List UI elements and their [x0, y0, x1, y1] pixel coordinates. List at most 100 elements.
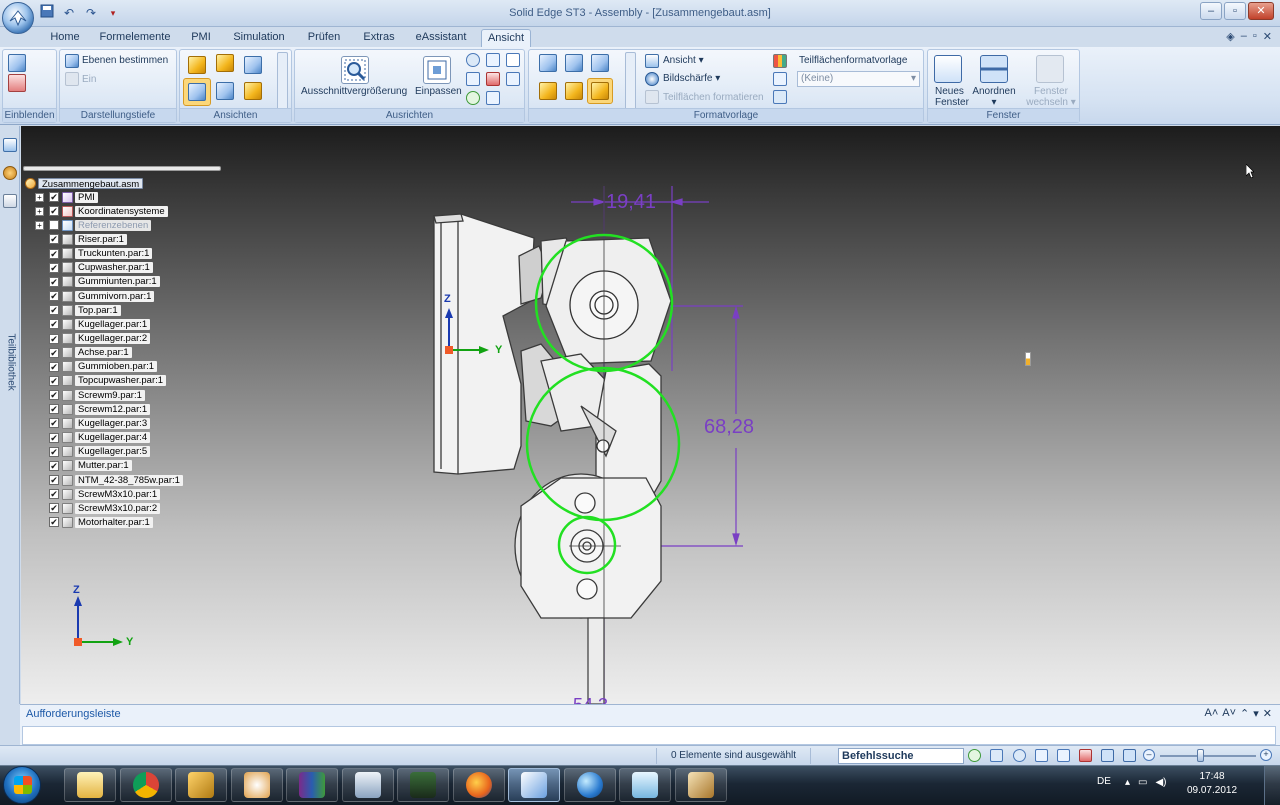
tree-item[interactable]: + ✔ Referenzebenen	[35, 219, 152, 231]
face-style-select[interactable]: (Keine) ▾	[797, 71, 920, 87]
zoom-area-status-icon[interactable]	[990, 749, 1003, 762]
taskbar-terminal-button[interactable]	[397, 768, 449, 802]
einpassen-button[interactable]: Einpassen	[415, 86, 462, 97]
command-search-input[interactable]: Befehlssuche	[838, 748, 964, 764]
tab-ansicht[interactable]: Ansicht	[481, 29, 531, 47]
visibility-checkbox[interactable]: ✔	[49, 475, 59, 485]
ebenen-bestimmen-button[interactable]: Ebenen bestimmen	[82, 55, 168, 66]
visibility-checkbox[interactable]: ✔	[49, 517, 59, 528]
tab-formelemente[interactable]: Formelemente	[97, 29, 173, 47]
expand-icon[interactable]: +	[35, 192, 44, 202]
tree-item[interactable]: ✔ Top.par:1	[35, 304, 121, 316]
visibility-checkbox[interactable]: ✔	[49, 192, 59, 202]
tree-item[interactable]: ✔ Kugellager.par:4	[35, 432, 151, 444]
taskbar-solid-edge-button[interactable]	[508, 768, 560, 802]
taskbar-paint-button[interactable]	[230, 768, 283, 802]
minimize-button[interactable]: –	[1200, 2, 1222, 20]
visibility-checkbox[interactable]: ✔	[49, 248, 59, 259]
tree-item[interactable]: ✔ ScrewM3x10.par:2	[35, 502, 161, 514]
previous-view-icon[interactable]	[506, 53, 520, 67]
color-palette-icon[interactable]	[773, 54, 787, 68]
help-icon[interactable]: ◈	[1226, 30, 1234, 43]
font-increase-icon[interactable]: A˄	[1205, 707, 1219, 720]
ausschnittvergroesserung-button[interactable]: Ausschnittvergrößerung	[301, 86, 407, 97]
sharpness-icon[interactable]	[645, 72, 659, 86]
view-front-icon[interactable]	[188, 56, 206, 74]
style-wireframe-icon[interactable]	[539, 54, 557, 72]
tree-item[interactable]: ✔ ScrewM3x10.par:1	[35, 488, 161, 500]
tree-item[interactable]: ✔ Mutter.par:1	[35, 460, 132, 472]
new-window-icon[interactable]	[934, 55, 962, 83]
tree-item[interactable]: ✔ Kugellager.par:2	[35, 333, 151, 345]
layers-icon[interactable]	[3, 166, 17, 180]
visibility-checkbox[interactable]: ✔	[49, 276, 59, 287]
taskbar-chrome-button[interactable]	[119, 768, 172, 802]
tree-item[interactable]: ✔ Screwm9.par:1	[35, 389, 145, 401]
dimension-width[interactable]: 19,41	[606, 191, 656, 214]
planes-icon[interactable]	[65, 54, 79, 68]
doc-restore-icon[interactable]: ▫	[1253, 30, 1257, 43]
visibility-checkbox[interactable]: ✔	[49, 390, 59, 401]
pan-status-icon[interactable]	[1057, 749, 1070, 762]
tree-item[interactable]: ✔ NTM_42-38_785w.par:1	[35, 474, 183, 486]
view-orient-status-icon[interactable]	[1123, 749, 1136, 762]
volume-icon[interactable]: ◀)	[1155, 777, 1166, 788]
tree-item[interactable]: ✔ Gummivorn.par:1	[35, 290, 155, 302]
network-icon[interactable]: ▭	[1138, 777, 1147, 788]
tree-item[interactable]: + ✔ Koordinatensysteme	[35, 205, 168, 217]
visibility-checkbox[interactable]: ✔	[49, 262, 59, 273]
zoom-area-icon[interactable]	[341, 56, 369, 84]
expand-icon[interactable]: +	[35, 220, 44, 230]
rotate-icon[interactable]	[486, 72, 500, 86]
views-gallery-scroll[interactable]	[277, 52, 288, 110]
tree-item[interactable]: ✔ Motorhalter.par:1	[35, 516, 153, 528]
taskbar-firefox-button[interactable]	[452, 768, 505, 802]
pan-icon[interactable]	[486, 53, 500, 67]
clock[interactable]: 17:48 09.07.2012	[1182, 771, 1242, 796]
fenster-wechseln-dropdown[interactable]: Fenster wechseln ▾	[1024, 86, 1078, 108]
zoom-in-icon[interactable]: +	[1260, 749, 1272, 761]
arrange-icon[interactable]	[980, 55, 1008, 83]
tree-item[interactable]: ✔ Riser.par:1	[35, 233, 127, 245]
style-hidden-edges-icon[interactable]	[591, 54, 609, 72]
zoom-icon[interactable]	[466, 53, 480, 67]
language-indicator[interactable]: DE	[1097, 776, 1111, 787]
visibility-checkbox[interactable]: ✔	[49, 291, 59, 302]
dimension-height[interactable]: 68,28	[704, 416, 754, 439]
visibility-checkbox[interactable]: ✔	[49, 234, 59, 245]
spin-icon[interactable]	[466, 72, 480, 86]
tree-item[interactable]: ✔ Topcupwasher.par:1	[35, 375, 167, 387]
show-desktop-button[interactable]	[1264, 766, 1280, 805]
tab-simulation[interactable]: Simulation	[230, 29, 288, 47]
visibility-checkbox[interactable]: ✔	[49, 333, 59, 344]
bildschaerfe-dropdown[interactable]: Bildschärfe ▾	[663, 73, 720, 84]
format-faces-icon[interactable]	[645, 90, 659, 104]
visibility-checkbox[interactable]: ✔	[49, 375, 59, 386]
zoom-status-icon[interactable]	[1013, 749, 1026, 762]
style-shaded-visible-edges-button[interactable]	[587, 78, 613, 104]
tree-item[interactable]: ✔ Kugellager.par:1	[35, 318, 151, 330]
depth-on-icon[interactable]	[65, 72, 79, 86]
solid-edge-logo-icon[interactable]	[2, 2, 34, 34]
styles-gallery-scroll[interactable]	[625, 52, 636, 110]
doc-close-icon[interactable]: ✕	[1263, 30, 1272, 43]
fit-status-icon[interactable]	[1035, 749, 1048, 762]
view-back-icon[interactable]	[244, 82, 262, 100]
visibility-checkbox[interactable]: ✔	[49, 319, 59, 330]
rotate-status-icon[interactable]	[1079, 749, 1092, 762]
part-library-tab[interactable]: Teilbibliothek	[3, 334, 17, 416]
anordnen-dropdown[interactable]: Anordnen ▾	[970, 86, 1018, 108]
visibility-checkbox[interactable]: ✔	[49, 361, 59, 372]
ansicht-dropdown[interactable]: Ansicht ▾	[663, 55, 704, 66]
tree-item[interactable]: ✔ Truckunten.par:1	[35, 248, 153, 260]
style-manager-icon[interactable]	[773, 90, 787, 104]
fit-icon[interactable]	[423, 56, 451, 84]
look-at-icon[interactable]	[506, 72, 520, 86]
view-top-icon[interactable]	[216, 54, 234, 72]
taskbar-calculator-button[interactable]	[341, 768, 394, 802]
visibility-checkbox[interactable]: ✔	[49, 418, 59, 429]
part-library-icon[interactable]	[3, 194, 17, 208]
visibility-checkbox[interactable]: ✔	[49, 206, 59, 217]
path-finder-icon[interactable]	[3, 138, 17, 152]
view-right-icon[interactable]	[244, 56, 262, 74]
